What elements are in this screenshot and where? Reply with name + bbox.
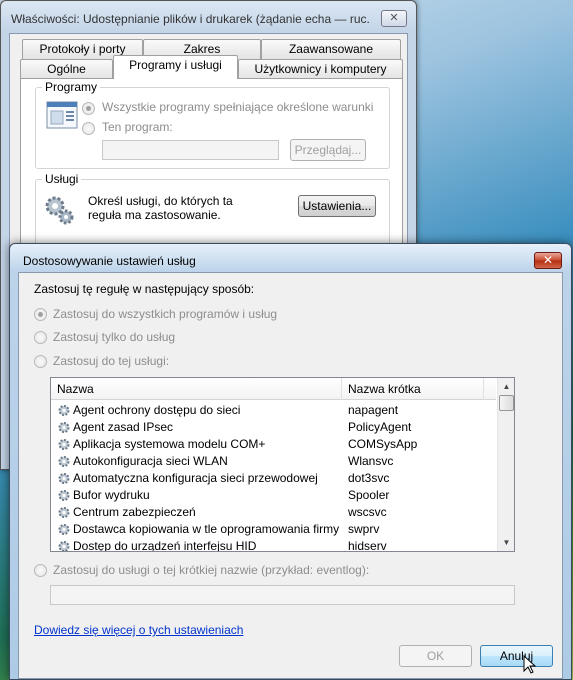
list-body: Agent ochrony dostępu do sieci napagent … bbox=[51, 402, 496, 551]
service-short-name: napagent bbox=[348, 403, 399, 417]
column-header-name[interactable]: Nazwa bbox=[51, 378, 342, 400]
service-gear-icon bbox=[58, 473, 70, 484]
ok-button[interactable]: OK bbox=[399, 645, 472, 667]
radio-all-programs-services[interactable] bbox=[34, 308, 47, 321]
program-window-icon bbox=[46, 101, 78, 129]
radio-all-programs-label: Wszystkie programy spełniające określone… bbox=[102, 100, 374, 114]
services-group-label: Usługi bbox=[42, 172, 82, 186]
dialog-title: Dostosowywanie ustawień usług bbox=[23, 254, 196, 268]
service-short-name: dot3svc bbox=[348, 471, 390, 485]
services-gears-icon bbox=[45, 196, 74, 225]
list-item[interactable]: Agent ochrony dostępu do sieci napagent bbox=[51, 402, 496, 419]
radio-short-name[interactable] bbox=[34, 564, 47, 577]
mouse-cursor-icon bbox=[523, 655, 537, 674]
service-short-name: Spooler bbox=[348, 488, 390, 502]
service-short-name: Wlansvc bbox=[348, 454, 394, 468]
radio-all-programs-services-label: Zastosuj do wszystkich programów i usług bbox=[53, 307, 278, 321]
list-item[interactable]: Centrum zabezpieczeń wscsvc bbox=[51, 504, 496, 521]
service-short-name: COMSysApp bbox=[348, 437, 418, 451]
service-name: Agent ochrony dostępu do sieci bbox=[73, 403, 241, 417]
radio-services-only-label: Zastosuj tylko do usług bbox=[53, 330, 176, 344]
short-name-field[interactable] bbox=[50, 585, 515, 605]
programs-group: Programy Wszystkie programy spełniające … bbox=[35, 80, 390, 169]
tab-general[interactable]: Ogólne bbox=[20, 59, 113, 79]
service-gear-icon bbox=[58, 507, 70, 518]
tab-advanced[interactable]: Zaawansowane bbox=[261, 39, 401, 59]
service-short-name: hidserv bbox=[348, 539, 387, 551]
services-description: Określ usługi, do których ta reguła ma z… bbox=[88, 194, 233, 222]
service-short-name: swprv bbox=[348, 522, 380, 536]
customize-services-dialog: Dostosowywanie ustawień usług ✕ Zastosuj… bbox=[9, 243, 572, 680]
browse-button[interactable]: Przeglądaj... bbox=[290, 139, 366, 161]
service-name: Autokonfiguracja sieci WLAN bbox=[73, 454, 228, 468]
scroll-thumb[interactable] bbox=[499, 395, 514, 411]
service-gear-icon bbox=[58, 524, 70, 535]
cancel-button[interactable]: Anuluj bbox=[480, 645, 553, 667]
radio-short-name-label: Zastosuj do usługi o tej krótkiej nazwie… bbox=[53, 563, 370, 577]
list-item[interactable]: Dostęp do urządzeń interfejsu HID hidser… bbox=[51, 538, 496, 551]
list-item[interactable]: Automatyczna konfiguracja sieci przewodo… bbox=[51, 470, 496, 487]
service-gear-icon bbox=[58, 422, 70, 433]
radio-this-program-label: Ten program: bbox=[102, 120, 173, 134]
service-gear-icon bbox=[58, 456, 70, 467]
close-icon[interactable]: ✕ bbox=[534, 252, 562, 269]
service-gear-icon bbox=[58, 541, 70, 551]
list-header: Nazwa Nazwa krótka bbox=[51, 378, 496, 400]
service-name: Dostawca kopiowania w tle oprogramowania… bbox=[73, 522, 340, 536]
scroll-up-icon[interactable]: ▲ bbox=[499, 379, 514, 394]
settings-button[interactable]: Ustawienia... bbox=[298, 195, 376, 217]
radio-all-programs[interactable] bbox=[82, 102, 95, 115]
service-name: Dostęp do urządzeń interfejsu HID bbox=[73, 539, 257, 551]
list-item[interactable]: Aplikacja systemowa modelu COM+ COMSysAp… bbox=[51, 436, 496, 453]
tab-users-computers[interactable]: Użytkownicy i komputery bbox=[238, 59, 403, 79]
service-short-name: PolicyAgent bbox=[348, 420, 412, 434]
tab-programs-services[interactable]: Programy i usługi bbox=[113, 55, 238, 79]
service-gear-icon bbox=[58, 439, 70, 450]
window-title: Właściwości: Udostępnianie plików i druk… bbox=[11, 12, 371, 26]
services-list[interactable]: Nazwa Nazwa krótka Agent ochrony dostępu… bbox=[50, 377, 515, 552]
programs-group-label: Programy bbox=[42, 80, 101, 94]
list-item[interactable]: Autokonfiguracja sieci WLAN Wlansvc bbox=[51, 453, 496, 470]
service-gear-icon bbox=[58, 405, 70, 416]
radio-this-program[interactable] bbox=[82, 122, 95, 135]
service-gear-icon bbox=[58, 490, 70, 501]
service-short-name: wscsvc bbox=[348, 505, 387, 519]
service-name: Agent zasad IPsec bbox=[73, 420, 174, 434]
column-header-short-name[interactable]: Nazwa krótka bbox=[342, 378, 484, 400]
scroll-down-icon[interactable]: ▼ bbox=[499, 535, 514, 550]
learn-more-link[interactable]: Dowiedz się więcej o tych ustawieniach bbox=[34, 623, 243, 637]
service-name: Bufor wydruku bbox=[73, 488, 150, 502]
service-name: Centrum zabezpieczeń bbox=[73, 505, 196, 519]
services-group: Usługi Określ usługi, do których ta regu… bbox=[35, 172, 390, 249]
list-scrollbar[interactable]: ▲ ▼ bbox=[497, 378, 514, 551]
radio-this-service-label: Zastosuj do tej usługi: bbox=[53, 354, 170, 368]
program-path-field[interactable] bbox=[102, 140, 279, 160]
service-name: Automatyczna konfiguracja sieci przewodo… bbox=[73, 471, 318, 485]
list-item[interactable]: Agent zasad IPsec PolicyAgent bbox=[51, 419, 496, 436]
service-name: Aplikacja systemowa modelu COM+ bbox=[73, 437, 266, 451]
list-item[interactable]: Dostawca kopiowania w tle oprogramowania… bbox=[51, 521, 496, 538]
instruction-text: Zastosuj tę regułę w następujący sposób: bbox=[34, 282, 255, 296]
radio-services-only[interactable] bbox=[34, 331, 47, 344]
dialog-client: Zastosuj tę regułę w następujący sposób:… bbox=[18, 272, 563, 679]
list-item[interactable]: Bufor wydruku Spooler bbox=[51, 487, 496, 504]
close-icon[interactable]: ✕ bbox=[381, 10, 407, 27]
radio-this-service[interactable] bbox=[34, 355, 47, 368]
